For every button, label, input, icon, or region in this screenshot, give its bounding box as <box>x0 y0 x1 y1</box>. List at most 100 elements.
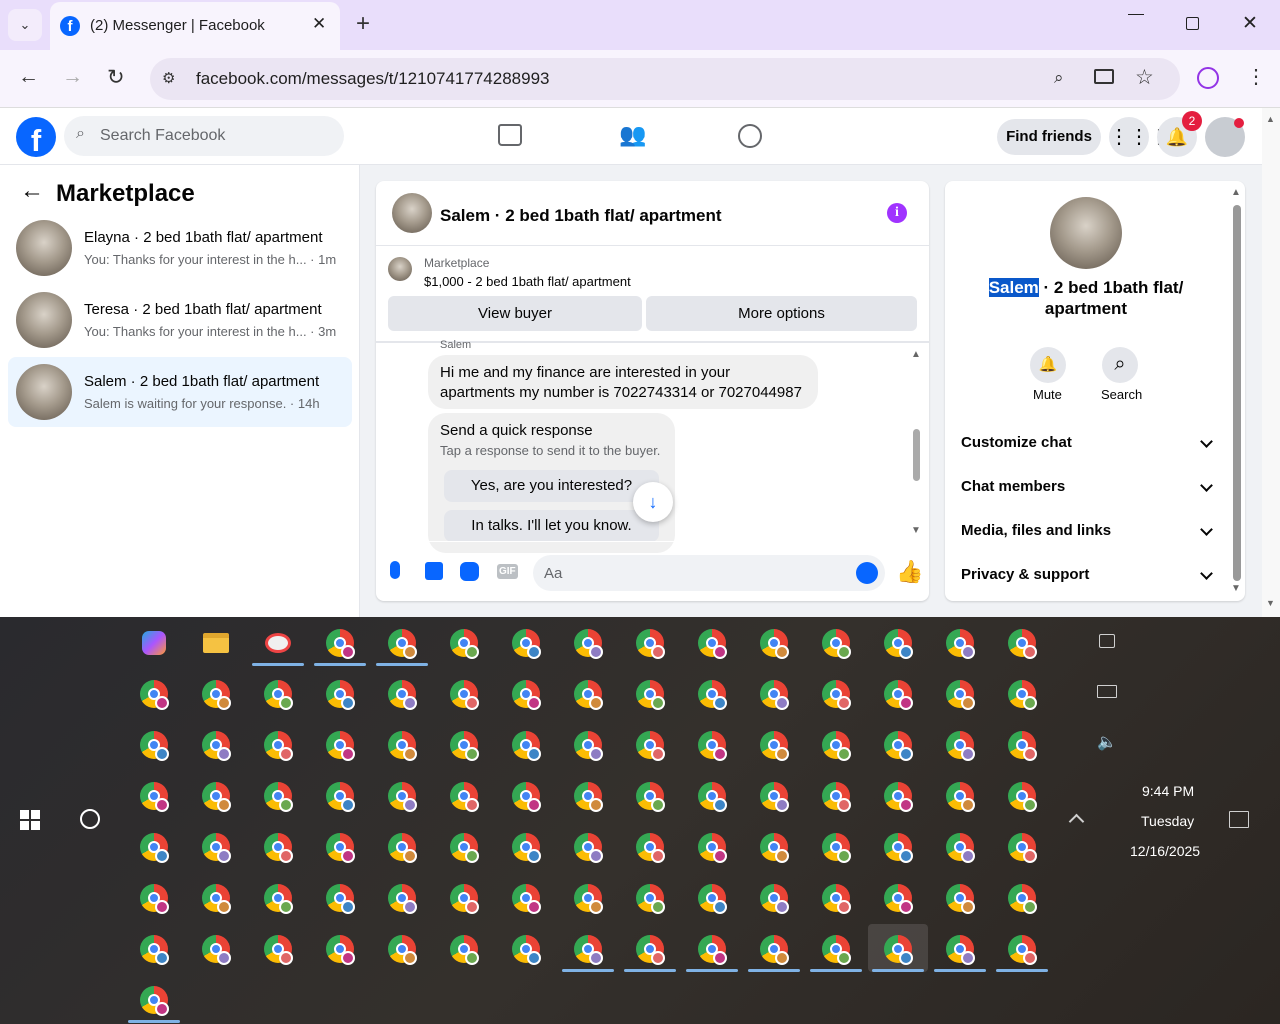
minimize-icon[interactable] <box>1128 14 1144 15</box>
volume-icon[interactable]: 🔈 <box>1097 732 1117 752</box>
clock-date[interactable]: 12/16/2025 <box>1130 843 1200 859</box>
display-icon[interactable] <box>1097 685 1117 698</box>
scroll-down-icon[interactable]: ▼ <box>1231 583 1241 594</box>
snipping-tool-icon[interactable] <box>265 633 291 653</box>
browser-toolbar: ← → ↻ ⚙ facebook.com/messages/t/12107417… <box>0 50 1280 108</box>
profile-badge-icon <box>279 696 293 710</box>
profile-badge-icon <box>1023 645 1037 659</box>
taskbar-search-icon[interactable] <box>80 809 100 829</box>
sticker-icon[interactable] <box>460 562 479 581</box>
more-options-button[interactable]: More options <box>646 296 917 331</box>
profile-badge-icon <box>961 900 975 914</box>
quick-response-option[interactable]: Yes, are you interested? <box>444 470 659 502</box>
scroll-up-icon[interactable]: ▲ <box>1231 187 1241 198</box>
close-window-icon[interactable]: ✕ <box>1242 12 1258 35</box>
scroll-down-icon[interactable]: ▼ <box>1266 598 1275 608</box>
url-text[interactable]: facebook.com/messages/t/1210741774288993 <box>196 69 549 89</box>
notification-center-icon[interactable] <box>1229 811 1249 828</box>
site-settings-icon[interactable]: ⚙ <box>162 69 175 87</box>
chat-title[interactable]: Salem · 2 bed 1bath flat/ apartment <box>440 206 722 226</box>
show-hidden-icons-chevron-up-icon[interactable] <box>1068 813 1085 830</box>
photo-icon[interactable] <box>425 562 443 580</box>
meet-now-icon[interactable] <box>1099 634 1115 648</box>
listing-thumbnail[interactable] <box>388 257 412 281</box>
chat-members-section[interactable]: Chat members <box>961 467 1213 507</box>
file-explorer-icon[interactable] <box>203 633 229 653</box>
profile-badge-icon <box>837 696 851 710</box>
chat-panel: Salem · 2 bed 1bath flat/ apartment i Ma… <box>376 181 929 601</box>
profile-badge-icon <box>155 798 169 812</box>
bookmark-star-icon[interactable]: ☆ <box>1135 65 1154 90</box>
scroll-down-icon[interactable]: ▼ <box>911 525 921 536</box>
chat-header-avatar[interactable] <box>392 193 432 233</box>
friends-icon[interactable]: 👥 <box>619 122 646 148</box>
messages-scrollbar[interactable]: ▲ ▼ <box>909 349 923 541</box>
profile-badge-icon <box>899 951 913 965</box>
info-avatar[interactable] <box>1050 197 1122 269</box>
scroll-thumb[interactable] <box>913 429 920 481</box>
profile-badge-icon <box>217 849 231 863</box>
facebook-logo-icon[interactable]: f <box>16 117 56 158</box>
facebook-search-box[interactable]: ⌕ Search Facebook <box>64 116 344 156</box>
conversation-item-selected[interactable]: Salem · 2 bed 1bath flat/ apartment Sale… <box>8 357 352 427</box>
profile-badge-icon <box>899 696 913 710</box>
tab-close-icon[interactable]: ✕ <box>312 14 326 34</box>
forward-arrow-icon[interactable]: → <box>62 65 83 89</box>
browser-menu-icon[interactable]: ⋮ <box>1246 64 1266 89</box>
copilot-icon[interactable] <box>142 631 166 655</box>
page-scrollbar[interactable]: ▲ ▼ <box>1262 108 1280 617</box>
privacy-support-section[interactable]: Privacy & support <box>961 555 1213 595</box>
search-conversation-button[interactable]: ⌕ <box>1102 347 1138 383</box>
reload-icon[interactable]: ↻ <box>107 65 125 90</box>
view-buyer-button[interactable]: View buyer <box>388 296 642 331</box>
message-bubble[interactable]: Hi me and my finance are interested in y… <box>428 355 818 409</box>
scroll-thumb[interactable] <box>1233 205 1241 581</box>
info-icon[interactable]: i <box>887 203 907 223</box>
back-icon[interactable]: ← <box>20 177 44 205</box>
conversation-sidebar: ← Marketplace Elayna · 2 bed 1bath flat/… <box>0 165 360 617</box>
conversation-item[interactable]: Elayna · 2 bed 1bath flat/ apartment You… <box>8 213 352 283</box>
clock-time[interactable]: 9:44 PM <box>1142 783 1194 799</box>
profile-icon[interactable] <box>1197 67 1219 89</box>
menu-grid-button[interactable]: ⋮⋮⋮ <box>1109 117 1169 157</box>
profile-badge-icon <box>713 747 727 761</box>
profile-badge-icon <box>775 951 789 965</box>
back-arrow-icon[interactable]: ← <box>18 65 39 89</box>
profile-badge-icon <box>961 696 975 710</box>
clock-day[interactable]: Tuesday <box>1141 813 1194 829</box>
facebook-header: f ⌕ Search Facebook 👥 Find friends ⋮⋮⋮ 🔔… <box>0 108 1262 165</box>
new-tab-icon[interactable]: + <box>356 10 370 38</box>
install-app-icon[interactable] <box>1094 69 1114 84</box>
info-scrollbar[interactable]: ▲ ▼ <box>1229 185 1243 597</box>
conversation-item[interactable]: Teresa · 2 bed 1bath flat/ apartment You… <box>8 285 352 355</box>
gif-icon[interactable]: GIF <box>497 564 518 579</box>
microphone-icon[interactable] <box>390 561 400 579</box>
profile-badge-icon <box>217 696 231 710</box>
quick-response-option[interactable]: In talks. I'll let you know. <box>444 510 659 542</box>
scroll-to-bottom-button[interactable]: ↓ <box>633 482 673 522</box>
message-input[interactable]: Aa <box>533 555 885 591</box>
tab-search-button[interactable]: ⌄ <box>8 9 42 41</box>
emoji-icon[interactable] <box>856 562 878 584</box>
quick-response-title: Send a quick response <box>440 422 593 439</box>
profile-badge-icon <box>899 645 913 659</box>
customize-chat-section[interactable]: Customize chat <box>961 423 1213 463</box>
windows-taskbar: 🔈 9:44 PM Tuesday 12/16/2025 <box>0 617 1280 1024</box>
like-icon[interactable]: 👍 <box>896 559 923 585</box>
groups-icon[interactable] <box>738 124 762 148</box>
media-files-links-section[interactable]: Media, files and links <box>961 511 1213 551</box>
active-tab[interactable]: f (2) Messenger | Facebook ✕ <box>50 2 340 50</box>
zoom-icon[interactable]: ⌕ <box>1054 68 1064 88</box>
profile-badge-icon <box>899 849 913 863</box>
profile-badge-icon <box>589 900 603 914</box>
mute-button[interactable]: 🔔 <box>1030 347 1066 383</box>
start-windows-icon[interactable] <box>20 810 40 830</box>
address-bar[interactable]: ⚙ facebook.com/messages/t/12107417742889… <box>150 58 1180 100</box>
running-app-indicator <box>748 969 800 972</box>
maximize-icon[interactable] <box>1186 17 1199 30</box>
scroll-up-icon[interactable]: ▲ <box>1266 114 1275 124</box>
profile-badge-icon <box>837 798 851 812</box>
find-friends-button[interactable]: Find friends <box>997 119 1101 155</box>
scroll-up-icon[interactable]: ▲ <box>911 349 921 360</box>
home-icon[interactable] <box>498 124 522 146</box>
